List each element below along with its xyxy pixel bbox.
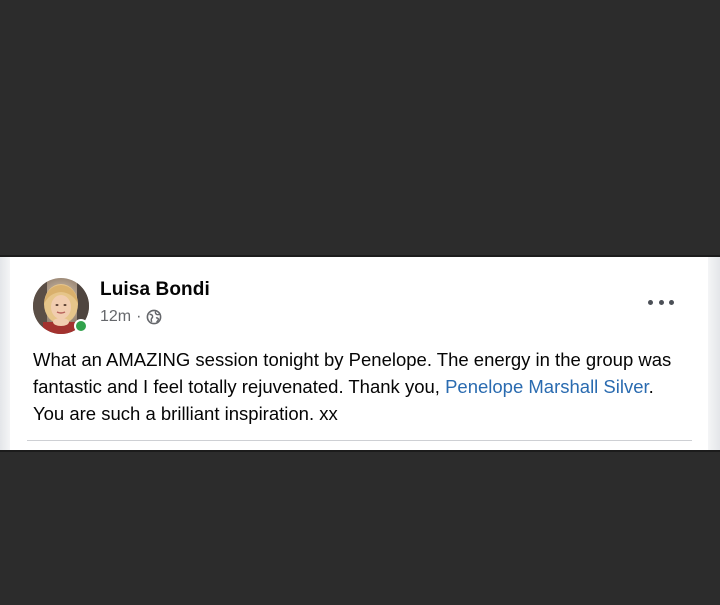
top-dark-bar xyxy=(0,0,720,255)
more-dot-3 xyxy=(669,299,674,305)
mention-link[interactable]: Penelope Marshall Silver xyxy=(445,376,649,397)
post-meta: 12m · xyxy=(100,308,162,326)
author-avatar[interactable] xyxy=(33,278,89,334)
meta-separator: · xyxy=(136,308,142,325)
post-divider xyxy=(27,440,692,441)
online-status-icon xyxy=(74,319,88,333)
author-name[interactable]: Luisa Bondi xyxy=(100,279,210,301)
facebook-post-card: Luisa Bondi 12m · What an AMAZING sessio… xyxy=(0,255,720,452)
post-timestamp[interactable]: 12m xyxy=(100,308,131,326)
more-dot-2 xyxy=(658,299,664,305)
more-options-icon[interactable] xyxy=(648,294,674,310)
post-body: What an AMAZING session tonight by Penel… xyxy=(33,346,683,427)
bottom-dark-bar xyxy=(0,452,720,605)
globe-icon[interactable] xyxy=(146,309,162,325)
more-dot-1 xyxy=(648,299,653,305)
